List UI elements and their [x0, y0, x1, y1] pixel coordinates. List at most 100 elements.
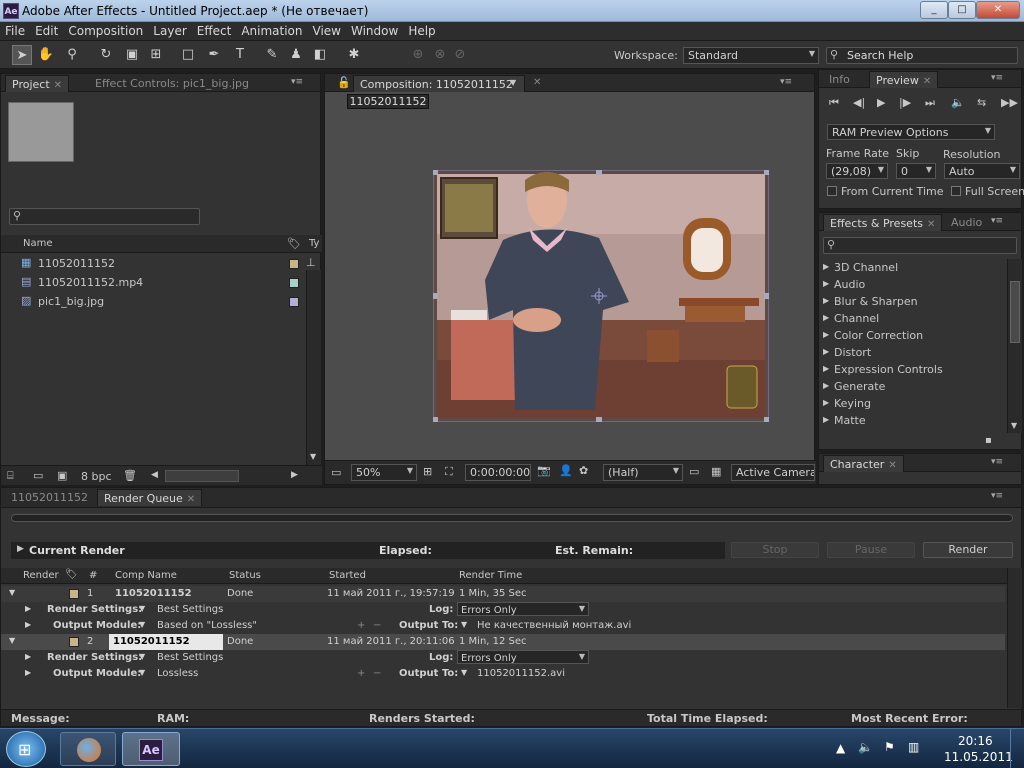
tab-render-queue[interactable]: Render Queue ✕ — [97, 489, 203, 506]
col-type[interactable]: Ty — [309, 238, 319, 249]
safe-zones-icon[interactable]: ⊞ — [423, 465, 432, 478]
ram-preview-options-dropdown[interactable]: RAM Preview Options ▼ — [827, 124, 995, 140]
network-icon[interactable]: ▥ — [908, 740, 919, 754]
expand-triangle-icon[interactable]: ▶ — [25, 620, 31, 629]
ram-preview-icon[interactable]: ▶▶ — [1001, 96, 1018, 109]
new-folder-icon[interactable]: ▭ — [33, 469, 43, 482]
frame-rate-dropdown[interactable]: (29,08) ▼ — [826, 163, 888, 179]
menu-layer[interactable]: Layer — [148, 22, 191, 40]
scroll-down-icon[interactable]: ▼ — [1011, 421, 1017, 430]
settings-dropdown-icon[interactable]: ▼ — [139, 604, 145, 613]
col-status[interactable]: Status — [229, 570, 261, 581]
settings-dropdown-icon[interactable]: ▼ — [139, 668, 145, 677]
start-button[interactable]: ⊞ — [6, 731, 46, 767]
log-dropdown[interactable]: Errors Only ▼ — [457, 650, 589, 664]
remove-output-icon[interactable]: − — [373, 668, 381, 679]
menu-edit[interactable]: Edit — [30, 22, 63, 40]
pause-button[interactable]: Pause — [827, 542, 915, 558]
zoom-tool-icon[interactable]: ⚲ — [62, 45, 82, 65]
col-number[interactable]: # — [89, 570, 97, 581]
project-item[interactable]: ▤ 11052011152.mp4 — [1, 273, 320, 292]
add-output-icon[interactable]: + — [357, 668, 365, 679]
expand-triangle-icon[interactable]: ▼ — [9, 636, 15, 645]
close-button[interactable]: ✕ — [976, 1, 1020, 19]
col-comp-name[interactable]: Comp Name — [115, 570, 177, 581]
show-desktop-button[interactable] — [1010, 729, 1024, 768]
horizontal-scroll-thumb[interactable] — [165, 470, 239, 482]
render-settings-value[interactable]: Best Settings — [157, 604, 223, 615]
settings-dropdown-icon[interactable]: ▼ — [461, 668, 467, 677]
new-bin-icon[interactable]: ▪ — [985, 435, 992, 446]
previous-frame-icon[interactable]: ◀| — [853, 96, 865, 109]
close-icon[interactable]: ✕ — [54, 80, 62, 91]
lock-icon[interactable]: 🔓 — [337, 76, 351, 89]
menu-view[interactable]: View — [308, 22, 346, 40]
rectangle-tool-icon[interactable]: □ — [178, 45, 198, 65]
col-started[interactable]: Started — [329, 570, 366, 581]
scroll-down-icon[interactable]: ▼ — [310, 452, 316, 461]
tray-chevron-icon[interactable]: ▲ — [836, 741, 845, 755]
item-comp-name[interactable]: 11052011152 — [115, 588, 192, 599]
label-color-swatch[interactable] — [69, 589, 79, 599]
flowchart-icon[interactable]: ⊥ — [306, 256, 316, 269]
tab-project[interactable]: Project ✕ — [5, 75, 70, 92]
col-name[interactable]: Name — [23, 238, 53, 249]
eraser-tool-icon[interactable]: ◧ — [310, 45, 330, 65]
label-color-swatch[interactable] — [289, 278, 299, 288]
hand-tool-icon[interactable]: ✋ — [36, 45, 56, 65]
clock-time[interactable]: 20:16 — [958, 734, 993, 748]
menu-animation[interactable]: Animation — [236, 22, 307, 40]
render-queue-scrollbar[interactable] — [1007, 568, 1022, 708]
effects-category-item[interactable]: ▶ Matte — [819, 412, 1007, 429]
taskbar-firefox[interactable] — [60, 732, 116, 766]
expand-triangle-icon[interactable]: ▶ — [823, 381, 829, 390]
tab-effects-presets[interactable]: Effects & Presets ✕ — [823, 214, 943, 231]
close-icon[interactable]: ✕ — [533, 77, 541, 88]
settings-dropdown-icon[interactable]: ▼ — [139, 620, 145, 629]
panel-menu-icon[interactable]: ▾≡ — [991, 491, 1003, 501]
tab-info[interactable]: Info — [823, 71, 856, 88]
tab-audio[interactable]: Audio — [945, 214, 988, 231]
world-axis-icon[interactable]: ⊗ — [430, 45, 450, 65]
selection-tool-icon[interactable]: ➤ — [12, 45, 32, 65]
item-comp-name[interactable]: 11052011152 — [109, 634, 223, 650]
output-module-value[interactable]: Lossless — [157, 668, 198, 679]
pen-tool-icon[interactable]: ✒ — [204, 45, 224, 65]
menu-effect[interactable]: Effect — [192, 22, 237, 40]
panel-menu-icon[interactable]: ▾≡ — [780, 77, 792, 87]
output-to-value[interactable]: 11052011152.avi — [477, 668, 565, 679]
tab-character[interactable]: Character ✕ — [823, 455, 904, 472]
render-button[interactable]: Render — [923, 542, 1013, 558]
audio-icon[interactable]: 🔈 — [951, 96, 965, 109]
flag-icon[interactable]: ⚑ — [884, 740, 895, 754]
effects-category-item[interactable]: ▶ Blur & Sharpen — [819, 293, 1007, 310]
tab-effect-controls[interactable]: Effect Controls: pic1_big.jpg — [89, 75, 255, 92]
view-axis-icon[interactable]: ⊘ — [450, 45, 470, 65]
last-frame-icon[interactable]: ⏭ — [925, 96, 935, 110]
from-current-checkbox[interactable] — [827, 186, 837, 196]
render-settings-value[interactable]: Best Settings — [157, 652, 223, 663]
project-search-input[interactable]: ⚲ — [9, 208, 200, 225]
panel-menu-icon[interactable]: ▾≡ — [991, 73, 1003, 83]
workspace-dropdown[interactable]: Standard ▼ — [683, 47, 819, 64]
rotation-tool-icon[interactable]: ↻ — [96, 45, 116, 65]
output-to-value[interactable]: Не качественный монтаж.avi — [477, 620, 631, 631]
interpret-footage-icon[interactable]: ⌸ — [7, 469, 14, 483]
menu-window[interactable]: Window — [346, 22, 403, 40]
bpc-button[interactable]: 8 bpc — [81, 470, 112, 483]
mask-visibility-icon[interactable]: ⛶ — [445, 465, 453, 479]
output-module-value[interactable]: Based on "Lossless" — [157, 620, 257, 631]
always-preview-icon[interactable]: ▭ — [331, 466, 341, 479]
close-icon[interactable]: ✕ — [187, 494, 195, 505]
loop-icon[interactable]: ⇆ — [977, 96, 986, 109]
type-tool-icon[interactable]: T — [230, 45, 250, 65]
remove-output-icon[interactable]: − — [373, 620, 381, 631]
next-frame-icon[interactable]: |▶ — [899, 96, 911, 109]
brush-tool-icon[interactable]: ✎ — [262, 45, 282, 65]
full-screen-checkbox[interactable] — [951, 186, 961, 196]
expand-triangle-icon[interactable]: ▶ — [823, 330, 829, 339]
render-queue-item[interactable]: ▼ 2 11052011152 Done 11 май 2011 г., 20:… — [1, 634, 1005, 650]
taskbar-after-effects[interactable]: Ae — [122, 732, 180, 766]
search-help-input[interactable]: ⚲ Search Help — [826, 47, 1018, 64]
resolution-dropdown[interactable]: (Half) ▼ — [603, 464, 683, 481]
